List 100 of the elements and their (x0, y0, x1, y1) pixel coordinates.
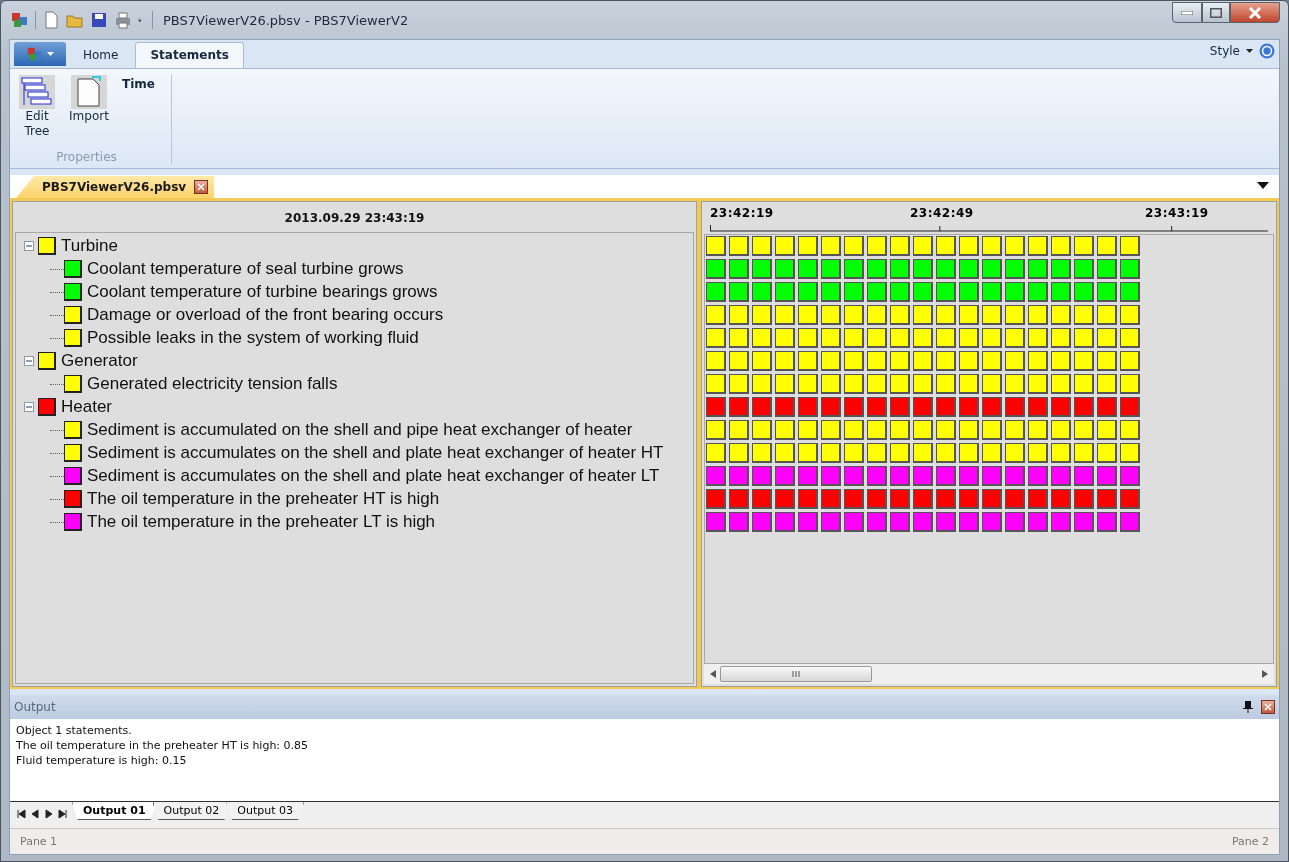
tree-item-label[interactable]: Coolant temperature of turbine bearings grows (87, 282, 438, 303)
tree-header: 2013.09.29 23:43:19 (284, 210, 425, 225)
close-icon[interactable] (1261, 700, 1275, 715)
tree-item-label[interactable]: Coolant temperature of seal turbine grows (87, 259, 404, 280)
help-icon[interactable] (1259, 42, 1275, 59)
tree-item-label[interactable]: Heater (61, 397, 113, 418)
state-cell (913, 373, 933, 394)
collapse-icon[interactable] (24, 241, 34, 252)
window-title: PBS7ViewerV26.pbsv - PBS7ViewerV2 (163, 12, 409, 28)
ribbon-button[interactable]: Edit Tree (14, 108, 60, 139)
collapse-icon[interactable] (24, 402, 34, 413)
state-cell (1097, 235, 1117, 256)
state-cell (982, 442, 1002, 463)
state-cell (844, 304, 864, 325)
state-cell (775, 327, 795, 348)
state-cell (913, 258, 933, 279)
state-cell (1097, 281, 1117, 302)
scroll-left-icon[interactable] (710, 670, 716, 679)
state-cell (936, 304, 956, 325)
printer-icon[interactable] (114, 11, 132, 29)
state-cell (798, 235, 818, 256)
close-button[interactable] (1230, 2, 1280, 23)
ribbon-button[interactable]: Import (69, 108, 109, 124)
state-cell (798, 511, 818, 532)
state-cell (844, 419, 864, 440)
state-cell (729, 304, 749, 325)
state-cell (1005, 327, 1025, 348)
state-cell (890, 281, 910, 302)
state-cell (1028, 304, 1048, 325)
state-cell (1051, 419, 1071, 440)
save-icon[interactable] (90, 11, 108, 29)
dropdown-icon[interactable] (1257, 181, 1269, 190)
output-tab[interactable]: Output 01 (72, 802, 157, 821)
state-cell (775, 442, 795, 463)
state-cell (936, 258, 956, 279)
state-cell (867, 419, 887, 440)
state-cell (1005, 373, 1025, 394)
state-cell (729, 258, 749, 279)
state-cell (1028, 442, 1048, 463)
ribbon-tab[interactable]: Home (68, 41, 134, 68)
collapse-icon[interactable] (24, 356, 34, 367)
state-cell (1028, 373, 1048, 394)
ribbon-tab[interactable]: Statements (135, 41, 244, 68)
state-cell (729, 488, 749, 509)
app-icon (26, 45, 43, 62)
document-tab[interactable]: PBS7ViewerV26.pbsv (16, 175, 215, 198)
application-menu-button[interactable] (14, 41, 66, 66)
state-cell (936, 442, 956, 463)
state-cell (1074, 350, 1094, 371)
scroll-right-icon[interactable] (1262, 670, 1268, 679)
tree-item-label[interactable]: Turbine (61, 236, 118, 257)
app-icon[interactable] (11, 11, 29, 29)
close-icon[interactable] (194, 179, 209, 194)
state-cell (1005, 465, 1025, 486)
state-cell (1051, 396, 1071, 417)
tree-item-label[interactable]: Sediment is accumulated on the shell and pipe heat exchanger of heater (87, 420, 633, 441)
state-cell (1074, 488, 1094, 509)
tree-item-label[interactable]: Generated electricity tension falls (87, 374, 338, 395)
state-cell (706, 281, 726, 302)
state-cell (706, 304, 726, 325)
tree-item-label[interactable]: Possible leaks in the system of working fluid (87, 328, 419, 349)
output-tab[interactable]: Output 03 (226, 802, 304, 821)
state-cell (775, 258, 795, 279)
tree-item-label[interactable]: Sediment is accumulates on the shell and plate heat exchanger of heater HT (87, 443, 664, 464)
tree-item-label[interactable]: Damage or overload of the front bearing occurs (87, 305, 444, 326)
scroll-thumb[interactable] (720, 666, 872, 683)
state-cell (890, 396, 910, 417)
caret-icon[interactable] (1246, 48, 1253, 53)
tree-item-label[interactable]: The oil temperature in the preheater HT is high (87, 489, 440, 510)
state-cell (775, 465, 795, 486)
maximize-button[interactable] (1202, 2, 1230, 23)
state-cell (936, 511, 956, 532)
pin-icon[interactable] (1243, 701, 1253, 714)
state-cell (798, 488, 818, 509)
state-cell (1051, 327, 1071, 348)
state-cell (1051, 465, 1071, 486)
state-cell (821, 511, 841, 532)
state-cell (890, 511, 910, 532)
state-cell (982, 258, 1002, 279)
state-cell (1074, 327, 1094, 348)
state-cell (729, 327, 749, 348)
tree-item-label[interactable]: Sediment is accumulates on the shell and plate heat exchanger of heater LT (87, 466, 660, 487)
tree-item-label[interactable]: The oil temperature in the preheater LT is high (87, 512, 436, 533)
tree-item-label[interactable]: Generator (61, 351, 138, 372)
state-cell (1074, 396, 1094, 417)
state-cell (1074, 304, 1094, 325)
style-menu[interactable]: Style (1209, 43, 1240, 58)
minimize-button[interactable] (1172, 2, 1202, 23)
new-file-icon[interactable] (42, 11, 60, 29)
output-tab[interactable]: Output 02 (152, 802, 231, 821)
state-cell (982, 350, 1002, 371)
state-cell (798, 350, 818, 371)
panel-title: Output (14, 700, 56, 715)
state-cell (729, 442, 749, 463)
state-cell (959, 511, 979, 532)
state-cell (1120, 258, 1140, 279)
state-cell (729, 350, 749, 371)
state-cell (798, 442, 818, 463)
ribbon-button[interactable]: Time (118, 74, 159, 93)
state-cell (821, 304, 841, 325)
